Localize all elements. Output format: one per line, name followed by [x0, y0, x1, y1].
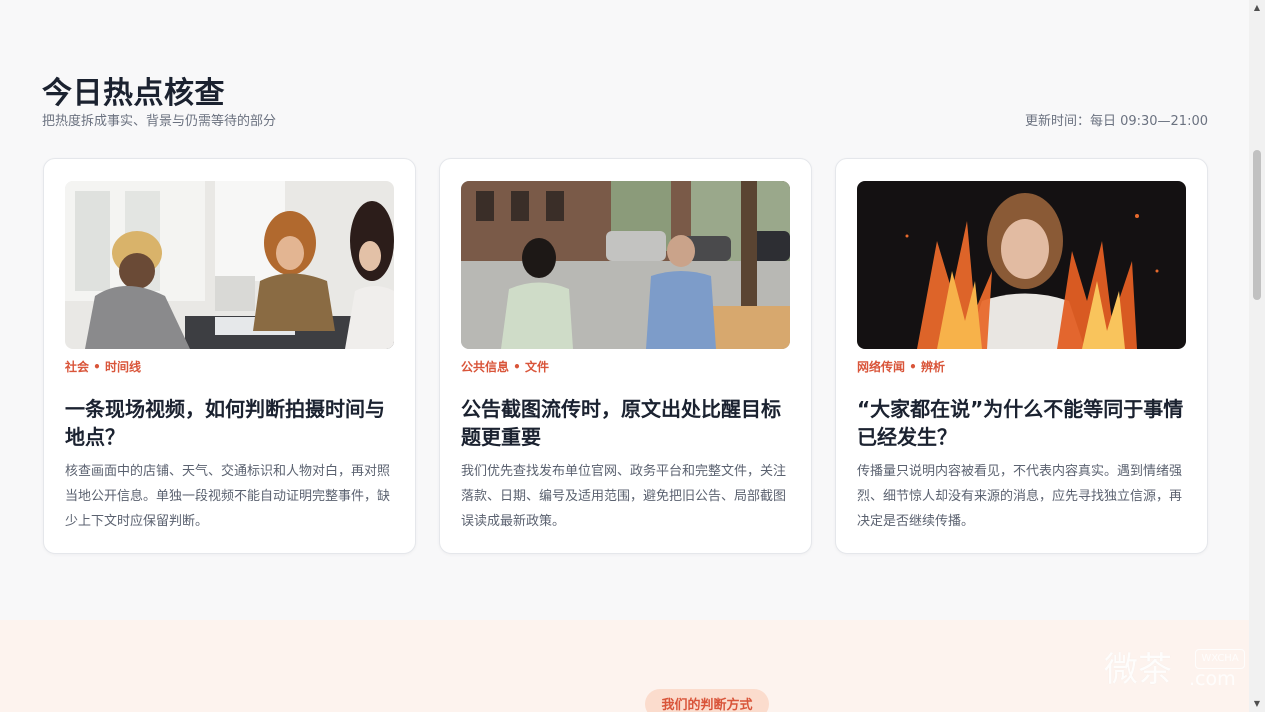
card-image[interactable]	[65, 181, 394, 349]
watermark-logo: 微茶 WXCHA .com	[1104, 642, 1249, 690]
card-description: 核查画面中的店铺、天气、交通标识和人物对白，再对照当地公开信息。单独一段视频不能…	[65, 464, 391, 529]
method-pill-label: 我们的判断方式	[645, 689, 769, 712]
card-title[interactable]: 一条现场视频，如何判断拍摄时间与地点？	[65, 395, 395, 451]
page: 今日热点核查 把热度拆成事实、背景与仍需等待的部分 更新时间：每日 09:30—…	[0, 0, 1249, 712]
card-description: 我们优先查找发布单位官网、政务平台和完整文件，关注落款、日期、编号及适用范围，避…	[461, 464, 787, 529]
section-title: 今日热点核查	[42, 76, 225, 111]
card-tag[interactable]: 公共信息 • 文件	[461, 358, 549, 375]
card-image-office-scene	[65, 181, 394, 349]
scrollbar-thumb[interactable]	[1253, 150, 1261, 300]
watermark-text: 微茶	[1104, 650, 1172, 690]
update-time: 更新时间：每日 09:30—21:00	[1024, 114, 1208, 129]
card-title[interactable]: 公告截图流传时，原文出处比醒目标题更重要	[461, 395, 791, 451]
watermark-badge: WXCHA	[1195, 649, 1245, 669]
section-subtitle: 把热度拆成事实、背景与仍需等待的部分	[42, 114, 277, 129]
watermark-suffix: .com	[1189, 668, 1236, 690]
scroll-down-icon[interactable]: ▼	[1249, 696, 1265, 712]
article-card[interactable]: 公共信息 • 文件 公告截图流传时，原文出处比醒目标题更重要 我们优先查找发布单…	[439, 158, 812, 554]
scroll-up-icon[interactable]: ▲	[1249, 0, 1265, 16]
hot-topics-section: 今日热点核查 把热度拆成事实、背景与仍需等待的部分 更新时间：每日 09:30—…	[0, 0, 1249, 620]
card-image[interactable]	[461, 181, 790, 349]
card-title[interactable]: “大家都在说”为什么不能等同于事情已经发生？	[857, 395, 1187, 451]
method-section: 我们的判断方式	[0, 620, 1249, 712]
card-tag[interactable]: 社会 • 时间线	[65, 358, 141, 375]
card-image[interactable]	[857, 181, 1186, 349]
card-image-burning-paper	[857, 181, 1186, 349]
article-card[interactable]: 网络传闻 • 辨析 “大家都在说”为什么不能等同于事情已经发生？ 传播量只说明内…	[835, 158, 1208, 554]
card-description: 传播量只说明内容被看见，不代表内容真实。遇到情绪强烈、细节惊人却没有来源的消息，…	[857, 464, 1183, 529]
vertical-scrollbar[interactable]: ▲ ▼	[1249, 0, 1265, 712]
section-header: 今日热点核查 把热度拆成事实、背景与仍需等待的部分 更新时间：每日 09:30—…	[42, 68, 1208, 132]
card-image-street-scene	[461, 181, 790, 349]
card-tag[interactable]: 网络传闻 • 辨析	[857, 358, 945, 375]
article-card[interactable]: 社会 • 时间线 一条现场视频，如何判断拍摄时间与地点？ 核查画面中的店铺、天气…	[43, 158, 416, 554]
card-grid: 社会 • 时间线 一条现场视频，如何判断拍摄时间与地点？ 核查画面中的店铺、天气…	[43, 158, 1208, 554]
